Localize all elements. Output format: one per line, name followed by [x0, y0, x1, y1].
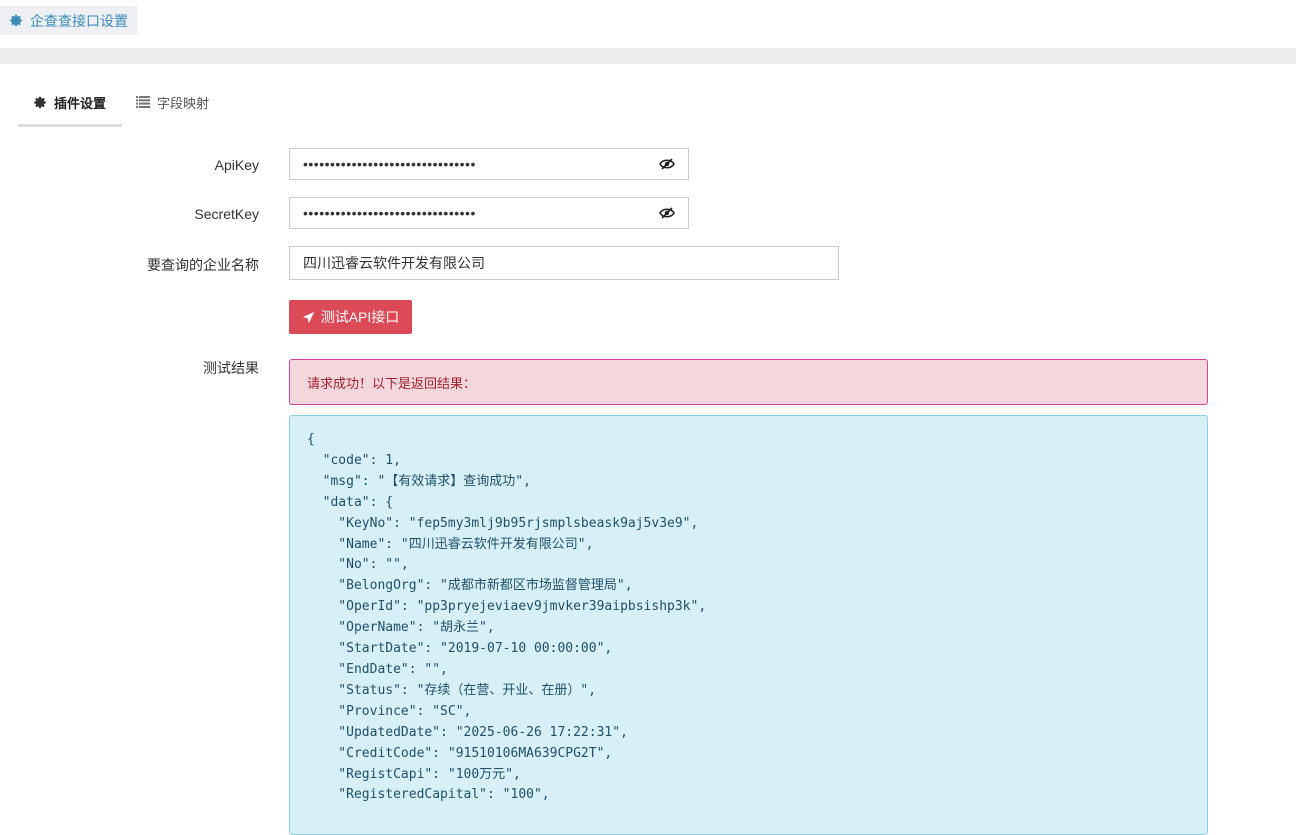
- company-name-label: 要查询的企业名称: [147, 257, 259, 273]
- tab-label: 字段映射: [157, 95, 210, 111]
- page-title-tab[interactable]: 企查查接口设置: [0, 6, 137, 35]
- gear-icon: [34, 96, 47, 109]
- test-api-button-label: 测试API接口: [320, 309, 400, 325]
- company-name-input[interactable]: 四川迅睿云软件开发有限公司: [289, 246, 839, 280]
- apikey-label: ApiKey: [214, 157, 259, 173]
- eye-slash-icon[interactable]: [659, 207, 675, 219]
- json-result-box: { "code": 1, "msg": "【有效请求】查询成功", "data"…: [289, 415, 1208, 835]
- secretkey-field[interactable]: ••••••••••••••••••••••••••••••••: [289, 197, 689, 229]
- paper-plane-icon: [302, 311, 314, 323]
- secretkey-value: ••••••••••••••••••••••••••••••••: [303, 205, 476, 221]
- tab-plugin-settings[interactable]: 插件设置: [18, 80, 122, 127]
- apikey-value: ••••••••••••••••••••••••••••••••: [303, 156, 476, 172]
- tab-bar: 插件设置 字段映射: [18, 80, 223, 127]
- tab-field-mapping[interactable]: 字段映射: [122, 80, 223, 124]
- eye-slash-icon[interactable]: [659, 158, 675, 170]
- tab-label: 插件设置: [53, 95, 106, 111]
- company-name-value: 四川迅睿云软件开发有限公司: [303, 255, 485, 271]
- success-alert: 请求成功！以下是返回结果：: [289, 359, 1208, 405]
- page-title: 企查查接口设置: [30, 12, 128, 29]
- list-icon: [136, 96, 150, 108]
- test-api-button[interactable]: 测试API接口: [289, 300, 412, 334]
- gear-icon: [10, 14, 22, 27]
- apikey-field[interactable]: ••••••••••••••••••••••••••••••••: [289, 148, 689, 180]
- success-alert-text: 请求成功！以下是返回结果：: [307, 375, 477, 391]
- header-divider: [0, 48, 1296, 64]
- test-result-label: 测试结果: [203, 360, 259, 376]
- json-result-text: { "code": 1, "msg": "【有效请求】查询成功", "data"…: [307, 432, 707, 803]
- secretkey-label: SecretKey: [194, 206, 259, 222]
